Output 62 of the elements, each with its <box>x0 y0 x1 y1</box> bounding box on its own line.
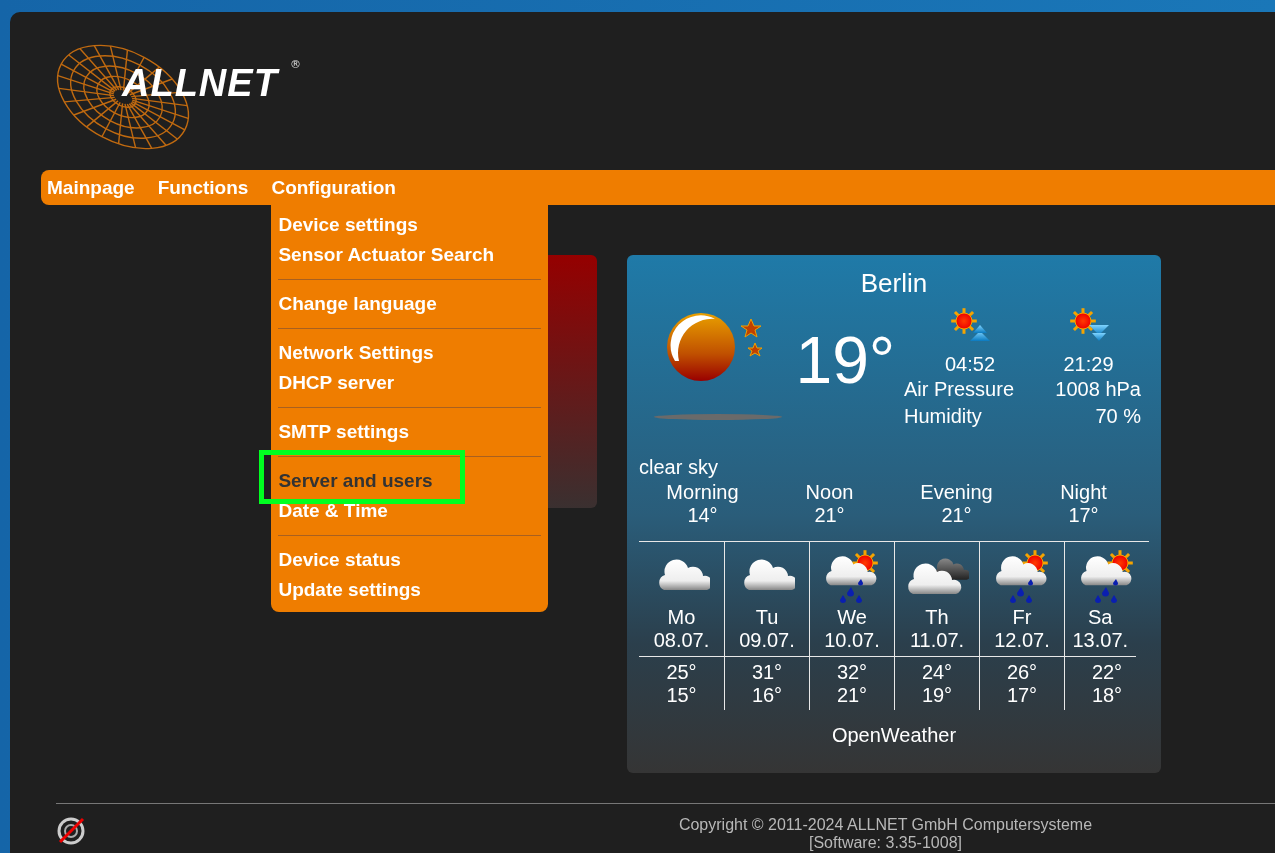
forecast-day: Tu <box>755 606 779 629</box>
daypart-temperature: 21° <box>941 504 972 527</box>
daypart-label: Noon <box>805 481 854 504</box>
high-temperature: 25° <box>666 661 697 684</box>
low-temperature: 17° <box>1006 684 1038 707</box>
menu-item[interactable]: Network Settings <box>278 338 434 368</box>
daypart-label: Evening <box>920 481 993 504</box>
forecast-day: Th <box>925 606 949 629</box>
menu-item[interactable]: Device status <box>278 545 401 575</box>
menu-item[interactable]: Server and users <box>278 466 433 496</box>
forecast-day: We <box>837 606 867 629</box>
nav-link[interactable]: Mainpage <box>47 177 135 198</box>
daypart-temperature: 14° <box>687 504 718 527</box>
menu-item[interactable]: Change language <box>278 289 437 319</box>
sunrise-time: 04:52 <box>944 353 996 376</box>
rain-sun-icon <box>823 547 881 605</box>
low-temperature: 19° <box>921 684 953 707</box>
menu-item[interactable]: SMTP settings <box>278 417 409 447</box>
high-temperature: 26° <box>1006 661 1038 684</box>
nav-link[interactable]: Configuration <box>271 177 396 198</box>
copyright-text: Copyright © 2011-2024 ALLNET GmbH Computersysteme <box>678 816 1093 834</box>
forecast-date: 09.07. <box>739 629 795 652</box>
menu-item[interactable]: DHCP server <box>278 368 395 398</box>
nav-link[interactable]: Functions <box>157 177 249 198</box>
low-temperature: 15° <box>666 684 697 707</box>
menu-item[interactable]: Device settings <box>278 210 418 240</box>
source-link[interactable]: OpenWeather <box>831 724 957 747</box>
detail-value: 70 % <box>1095 404 1141 429</box>
daypart-label: Morning <box>666 481 739 504</box>
detail-label: Air Pressure <box>904 377 1015 402</box>
weather-condition: clear sky <box>639 455 718 480</box>
low-temperature: 16° <box>751 684 783 707</box>
forecast-date: 08.07. <box>653 629 710 652</box>
forecast-day: Sa <box>1088 606 1113 629</box>
detail-value: 1008 hPa <box>1055 377 1141 402</box>
forecast-day: Mo <box>667 606 696 629</box>
forecast-date: 11.07. <box>909 629 965 652</box>
high-temperature: 31° <box>751 661 783 684</box>
rain-sun-icon <box>1078 547 1136 605</box>
menu-item[interactable]: Update settings <box>278 575 421 605</box>
low-temperature: 21° <box>836 684 868 707</box>
menu-item[interactable]: Date & Time <box>278 496 388 526</box>
daypart-temperature: 21° <box>814 504 845 527</box>
high-temperature: 32° <box>836 661 868 684</box>
low-temperature: 18° <box>1091 684 1123 707</box>
rain-sun-icon <box>993 547 1051 605</box>
current-temperature: 19° <box>795 322 896 399</box>
forecast-day: Fr <box>1012 606 1032 629</box>
detail-label: Humidity <box>904 404 982 429</box>
software-version: [Software: 3.35-1008] <box>809 834 962 852</box>
crossed-out-icon <box>56 816 86 846</box>
daypart-label: Night <box>1060 481 1107 504</box>
forecast-date: 13.07. <box>1072 629 1129 652</box>
city-name: Berlin <box>860 267 928 299</box>
high-temperature: 24° <box>921 661 953 684</box>
sunset-time: 21:29 <box>1063 353 1114 376</box>
daypart-temperature: 17° <box>1068 504 1099 527</box>
menu-item[interactable]: Sensor Actuator Search <box>278 240 495 270</box>
high-temperature: 22° <box>1091 661 1123 684</box>
forecast-date: 12.07. <box>994 629 1050 652</box>
registered-mark: ® <box>290 58 301 71</box>
forecast-date: 10.07. <box>824 629 880 652</box>
